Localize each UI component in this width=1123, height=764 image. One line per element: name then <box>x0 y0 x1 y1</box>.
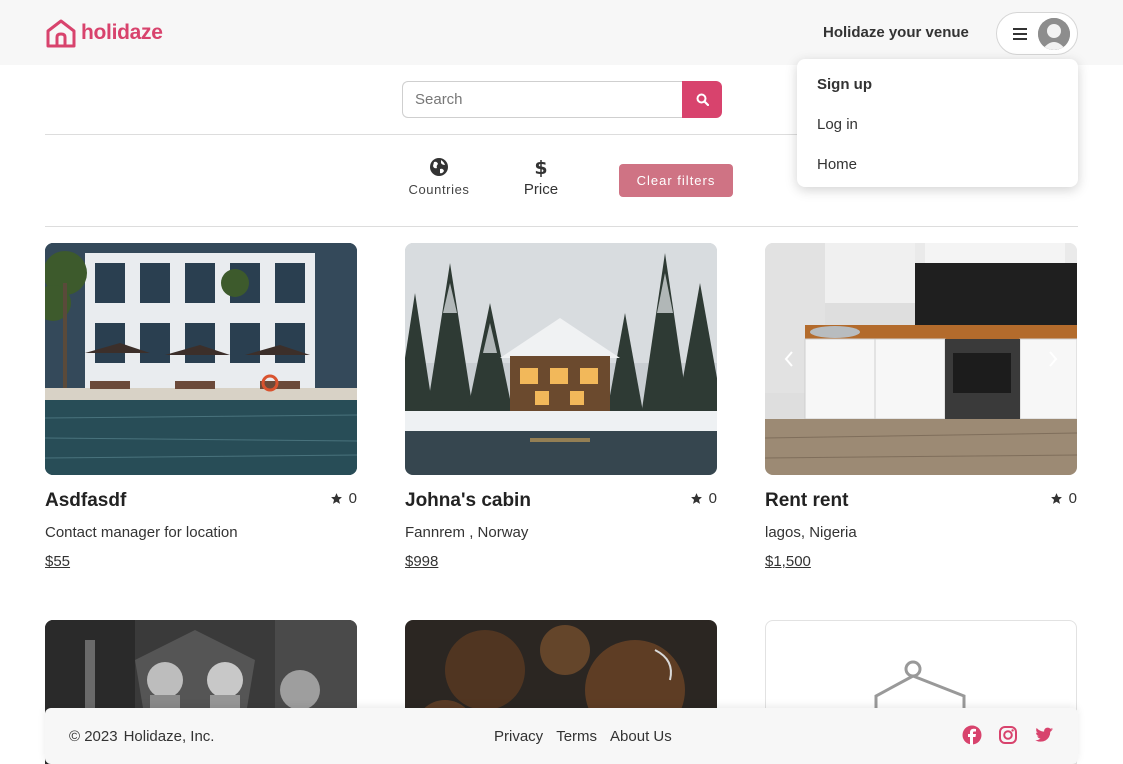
twitter-icon[interactable] <box>1034 725 1054 745</box>
brand-name: holidaze <box>81 21 163 44</box>
star-icon <box>1050 493 1062 504</box>
search-button[interactable] <box>682 81 722 118</box>
countries-filter-label: Countries <box>408 182 470 197</box>
venue-location: lagos, Nigeria <box>765 524 857 541</box>
venue-title[interactable]: Rent rent <box>765 490 848 512</box>
venue-rating: 0 <box>690 490 717 507</box>
venue-title[interactable]: Johna's cabin <box>405 490 531 512</box>
venue-rating: 0 <box>1050 490 1077 507</box>
footer-link-about[interactable]: About Us <box>610 728 672 745</box>
venue-image[interactable] <box>45 243 357 475</box>
brand-logo[interactable]: holidaze <box>45 18 163 48</box>
chevron-left-icon <box>784 351 793 367</box>
venue-price[interactable]: $1,500 <box>765 553 811 570</box>
divider <box>45 226 1078 227</box>
venue-rating-value: 0 <box>708 490 717 507</box>
venue-rating-value: 0 <box>1068 490 1077 507</box>
user-menu-button[interactable] <box>996 12 1078 55</box>
venue-title[interactable]: Asdfasdf <box>45 490 126 512</box>
carousel-next-button[interactable] <box>1043 347 1063 371</box>
star-icon <box>330 493 342 504</box>
venue-image[interactable] <box>405 243 717 475</box>
venue-price[interactable]: $998 <box>405 553 438 570</box>
price-filter[interactable]: $ Price <box>516 157 566 198</box>
globe-icon <box>430 158 448 176</box>
facebook-icon[interactable] <box>962 725 982 745</box>
chevron-right-icon <box>1049 351 1058 367</box>
venue-location: Fannrem , Norway <box>405 524 529 541</box>
dollar-icon: $ <box>535 157 547 177</box>
footer-link-terms[interactable]: Terms <box>556 728 597 745</box>
top-navbar: holidaze Holidaze your venue <box>0 0 1123 65</box>
menu-item-home[interactable]: Home <box>817 156 857 173</box>
footer: © 2023 Holidaze, Inc. Privacy Terms Abou… <box>45 708 1078 764</box>
countries-filter[interactable]: Countries <box>404 157 474 197</box>
copyright: © 2023 Holidaze, Inc. <box>69 728 214 745</box>
menu-item-sign-up[interactable]: Sign up <box>817 76 872 93</box>
instagram-icon[interactable] <box>998 725 1018 745</box>
star-icon <box>690 493 702 504</box>
venue-rating-value: 0 <box>348 490 357 507</box>
host-venue-link[interactable]: Holidaze your venue <box>823 24 969 41</box>
hamburger-icon <box>1013 27 1027 40</box>
venue-card[interactable]: Johna's cabin 0 Fannrem , Norway $998 <box>405 243 717 583</box>
search-bar <box>402 81 722 118</box>
venue-card[interactable]: Rent rent 0 lagos, Nigeria $1,500 <box>765 243 1077 583</box>
venue-rating: 0 <box>330 490 357 507</box>
venue-image-carousel[interactable] <box>765 243 1077 475</box>
user-avatar-icon <box>1038 17 1070 50</box>
venue-price[interactable]: $55 <box>45 553 70 570</box>
footer-links: Privacy Terms About Us <box>494 728 672 745</box>
menu-item-log-in[interactable]: Log in <box>817 116 858 133</box>
carousel-prev-button[interactable] <box>779 347 799 371</box>
svg-text:$: $ <box>535 157 547 177</box>
clear-filters-button[interactable]: Clear filters <box>619 164 733 197</box>
copyright-year: © 2023 <box>69 728 118 745</box>
footer-link-privacy[interactable]: Privacy <box>494 728 543 745</box>
company-name: Holidaze, Inc. <box>123 728 215 745</box>
search-icon <box>696 93 709 106</box>
house-logo-icon <box>46 19 76 48</box>
venue-card[interactable]: Asdfasdf 0 Contact manager for location … <box>45 243 357 583</box>
social-links <box>962 725 1054 745</box>
venue-location: Contact manager for location <box>45 524 238 541</box>
search-input[interactable] <box>402 81 682 118</box>
user-dropdown-menu: Sign up Log in Home <box>797 59 1078 187</box>
price-filter-label: Price <box>523 181 559 198</box>
